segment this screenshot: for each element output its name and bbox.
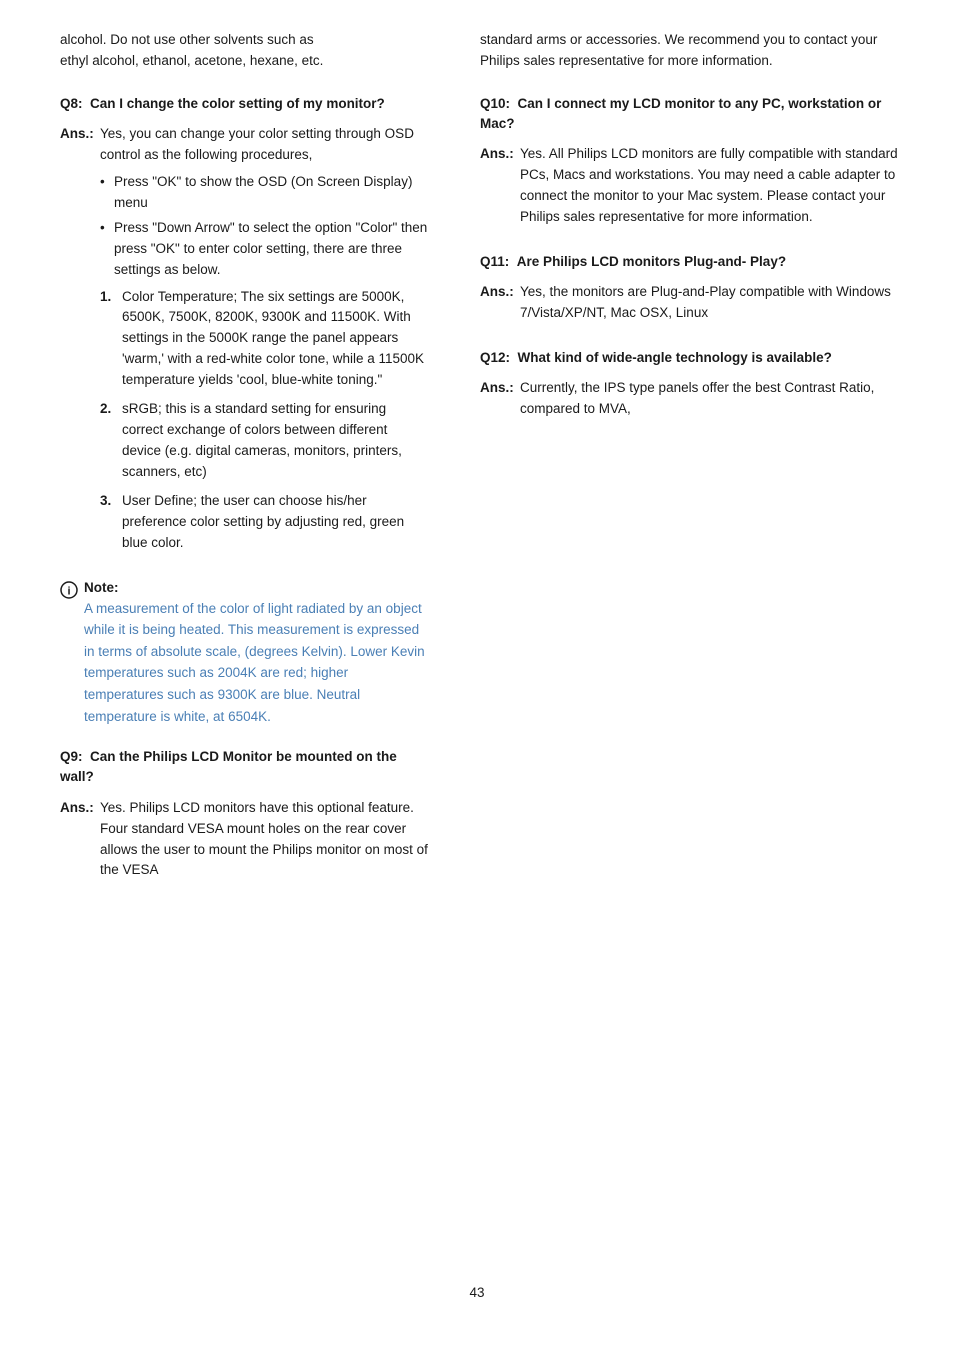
a9-answer: Ans.: Yes. Philips LCD monitors have thi… <box>60 798 430 888</box>
a12-label: Ans.: <box>480 378 520 426</box>
a12-answer: Ans.: Currently, the IPS type panels off… <box>480 378 904 426</box>
a8-content: Yes, you can change your color setting t… <box>100 124 430 562</box>
a8-answer: Ans.: Yes, you can change your color set… <box>60 124 430 562</box>
intro-line2: ethyl alcohol, ethanol, acetone, hexane,… <box>60 53 323 68</box>
q12-text: What kind of wide-angle technology is av… <box>518 350 832 365</box>
num-content-1: Color Temperature; The six settings are … <box>122 287 430 392</box>
left-column: alcohol. Do not use other solvents such … <box>0 30 460 1265</box>
a11-content: Yes, the monitors are Plug-and-Play comp… <box>520 282 904 330</box>
right-intro-text: standard arms or accessories. We recomme… <box>480 32 877 68</box>
a10-label: Ans.: <box>480 144 520 234</box>
right-column: standard arms or accessories. We recomme… <box>460 30 954 1265</box>
a9-text: Yes. Philips LCD monitors have this opti… <box>100 798 430 882</box>
num-content-2: sRGB; this is a standard setting for ens… <box>122 399 430 483</box>
num-content-3: User Define; the user can choose his/her… <box>122 491 430 554</box>
svg-text:i: i <box>67 585 70 597</box>
q12-block: Q12: What kind of wide-angle technology … <box>480 348 904 426</box>
a8-numbered: 1. Color Temperature; The six settings a… <box>100 287 430 554</box>
note-icon: i <box>60 581 78 599</box>
q8-text: Can I change the color setting of my mon… <box>90 96 385 111</box>
a10-answer: Ans.: Yes. All Philips LCD monitors are … <box>480 144 904 234</box>
q10-question: Q10: Can I connect my LCD monitor to any… <box>480 94 904 135</box>
a8-label: Ans.: <box>60 124 100 562</box>
intro-text: alcohol. Do not use other solvents such … <box>60 30 430 72</box>
q9-text: Can the Philips LCD Monitor be mounted o… <box>60 749 397 784</box>
q12-label: Q12: <box>480 350 510 365</box>
a11-answer: Ans.: Yes, the monitors are Plug-and-Pla… <box>480 282 904 330</box>
a9-label: Ans.: <box>60 798 100 888</box>
numbered-item-2: 2. sRGB; this is a standard setting for … <box>100 399 430 483</box>
note-text: A measurement of the color of light radi… <box>84 598 430 728</box>
q8-label: Q8: <box>60 96 83 111</box>
q12-question: Q12: What kind of wide-angle technology … <box>480 348 904 368</box>
q10-text: Can I connect my LCD monitor to any PC, … <box>480 96 881 131</box>
page-number: 43 <box>0 1285 954 1310</box>
a8-intro: Yes, you can change your color setting t… <box>100 124 430 166</box>
q9-block: Q9: Can the Philips LCD Monitor be mount… <box>60 747 430 887</box>
num-label-1: 1. <box>100 287 122 392</box>
q9-label: Q9: <box>60 749 83 764</box>
q9-question: Q9: Can the Philips LCD Monitor be mount… <box>60 747 430 788</box>
page: alcohol. Do not use other solvents such … <box>0 0 954 1350</box>
note-title: Note: <box>84 580 430 595</box>
bullet-item: Press "OK" to show the OSD (On Screen Di… <box>100 172 430 214</box>
a11-label: Ans.: <box>480 282 520 330</box>
a8-bullets: Press "OK" to show the OSD (On Screen Di… <box>100 172 430 281</box>
q11-label: Q11: <box>480 254 509 269</box>
a12-text: Currently, the IPS type panels offer the… <box>520 378 904 420</box>
a10-content: Yes. All Philips LCD monitors are fully … <box>520 144 904 234</box>
intro-line1: alcohol. Do not use other solvents such … <box>60 32 314 47</box>
num-label-2: 2. <box>100 399 122 483</box>
q10-label: Q10: <box>480 96 510 111</box>
q11-question: Q11: Are Philips LCD monitors Plug-and- … <box>480 252 904 272</box>
note-block: i Note: A measurement of the color of li… <box>60 580 430 728</box>
note-body: Note: A measurement of the color of ligh… <box>84 580 430 728</box>
q10-block: Q10: Can I connect my LCD monitor to any… <box>480 94 904 234</box>
q8-block: Q8: Can I change the color setting of my… <box>60 94 430 562</box>
numbered-item-3: 3. User Define; the user can choose his/… <box>100 491 430 554</box>
a10-text: Yes. All Philips LCD monitors are fully … <box>520 144 904 228</box>
numbered-item-1: 1. Color Temperature; The six settings a… <box>100 287 430 392</box>
a11-text: Yes, the monitors are Plug-and-Play comp… <box>520 282 904 324</box>
right-intro: standard arms or accessories. We recomme… <box>480 30 904 72</box>
a12-content: Currently, the IPS type panels offer the… <box>520 378 904 426</box>
q11-block: Q11: Are Philips LCD monitors Plug-and- … <box>480 252 904 330</box>
q8-question: Q8: Can I change the color setting of my… <box>60 94 430 114</box>
num-label-3: 3. <box>100 491 122 554</box>
bullet-item: Press "Down Arrow" to select the option … <box>100 218 430 281</box>
q11-text: Are Philips LCD monitors Plug-and- Play? <box>517 254 786 269</box>
content-columns: alcohol. Do not use other solvents such … <box>0 30 954 1265</box>
a9-content: Yes. Philips LCD monitors have this opti… <box>100 798 430 888</box>
